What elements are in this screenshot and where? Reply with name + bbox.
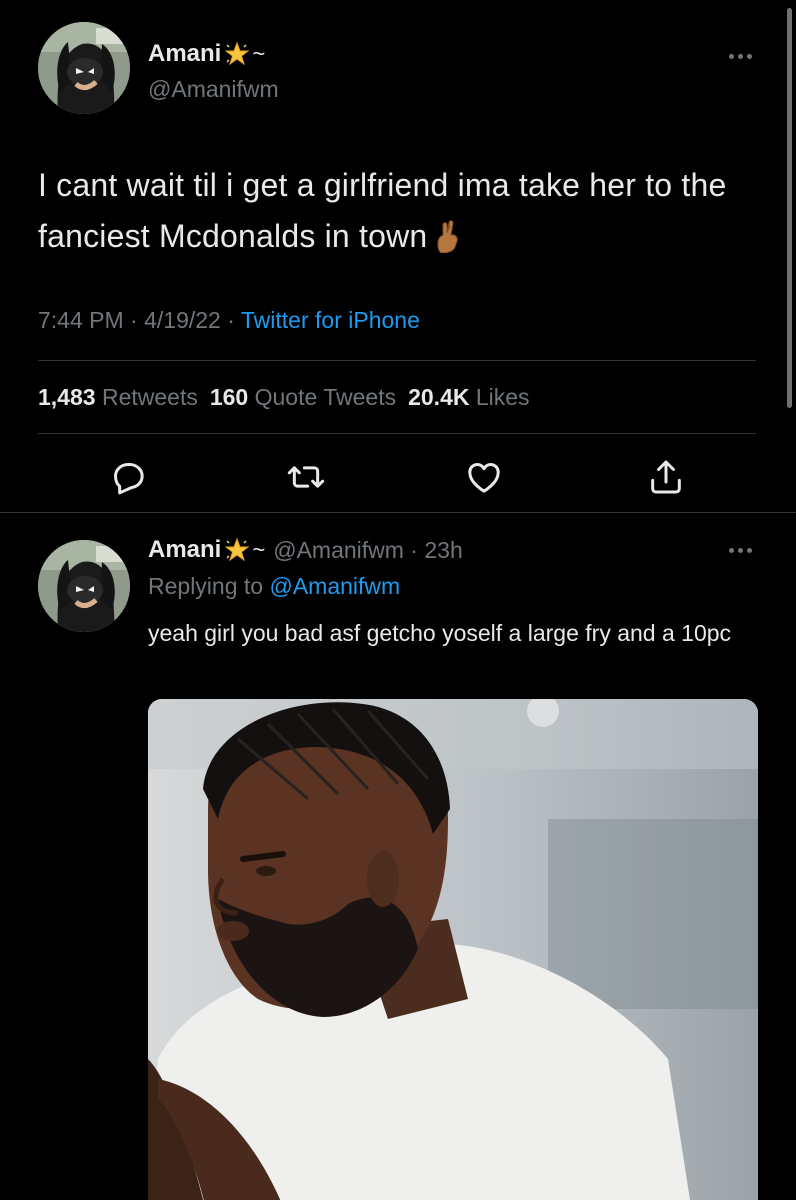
more-options-icon[interactable] [729,54,752,59]
meta-separator: · [130,307,145,333]
tweet-date[interactable]: 4/19/22 [144,307,221,333]
replying-mention[interactable]: @Amanifwm [269,573,400,599]
tweet-time[interactable]: 7:44 PM [38,307,124,333]
replying-to: Replying to @Amanifwm [148,573,400,600]
reply-media[interactable] [148,699,758,1200]
tweet-text: I cant wait til i get a girlfriend ima t… [38,160,768,262]
reply-button[interactable] [106,455,150,499]
retweets-stat[interactable]: 1,483 Retweets [38,384,198,410]
share-icon [651,460,681,494]
retweet-button[interactable] [284,455,328,499]
more-options-icon[interactable] [729,548,752,553]
display-name[interactable]: Amani [148,40,221,68]
quotes-label: Quote Tweets [254,384,397,410]
replying-label: Replying to [148,573,264,599]
display-name[interactable]: Amani [148,536,221,564]
meta-separator: · [227,307,241,333]
avatar[interactable] [38,22,130,114]
thread-divider [0,512,796,513]
quotes-count: 160 [209,384,249,410]
tweet-meta: 7:44 PM · 4/19/22 · Twitter for iPhone [38,307,420,334]
name-suffix: ~ [252,41,266,66]
reply-icon [114,463,144,495]
divider [38,433,756,434]
tweet-thread-page: Amani ~ @Amanifwm I cant wait til i get … [0,0,796,1200]
retweet-icon [287,466,325,488]
tweet-text-content: I cant wait til i get a girlfriend ima t… [38,167,727,254]
sparkle-star-icon [224,537,250,562]
likes-label: Likes [475,384,530,410]
reply-handle-time: @Amanifwm · 23h [273,536,463,563]
share-button[interactable] [644,455,688,499]
sparkle-star-icon [224,41,250,66]
divider [38,360,756,361]
reply-text: yeah girl you bad asf getcho yoself a la… [148,620,732,646]
reply-author-row[interactable]: Amani ~ @Amanifwm · 23h [148,536,463,564]
likes-count: 20.4K [408,384,470,410]
reply-time[interactable]: 23h [424,537,462,563]
name-suffix: ~ [252,537,266,562]
tweet-stats: 1,483 Retweets 160 Quote Tweets 20.4K Like… [38,384,530,411]
quotes-stat[interactable]: 160 Quote Tweets [210,384,396,410]
likes-stat[interactable]: 20.4K Likes [408,384,529,410]
reply-handle[interactable]: @Amanifwm [273,537,404,563]
author-name-row[interactable]: Amani ~ [148,40,265,68]
reply-avatar[interactable] [38,540,130,632]
gif-photo [148,699,758,1200]
retweets-count: 1,483 [38,384,96,410]
crossed-fingers-icon [437,220,459,253]
like-icon [468,463,500,493]
author-handle[interactable]: @Amanifwm [148,76,279,103]
avatar-icon [38,540,130,632]
retweets-label: Retweets [101,384,198,410]
avatar-icon [38,22,130,114]
tweet-source[interactable]: Twitter for iPhone [241,307,420,333]
like-button[interactable] [462,455,506,499]
main-tweet: Amani ~ @Amanifwm I cant wait til i get … [0,0,796,510]
